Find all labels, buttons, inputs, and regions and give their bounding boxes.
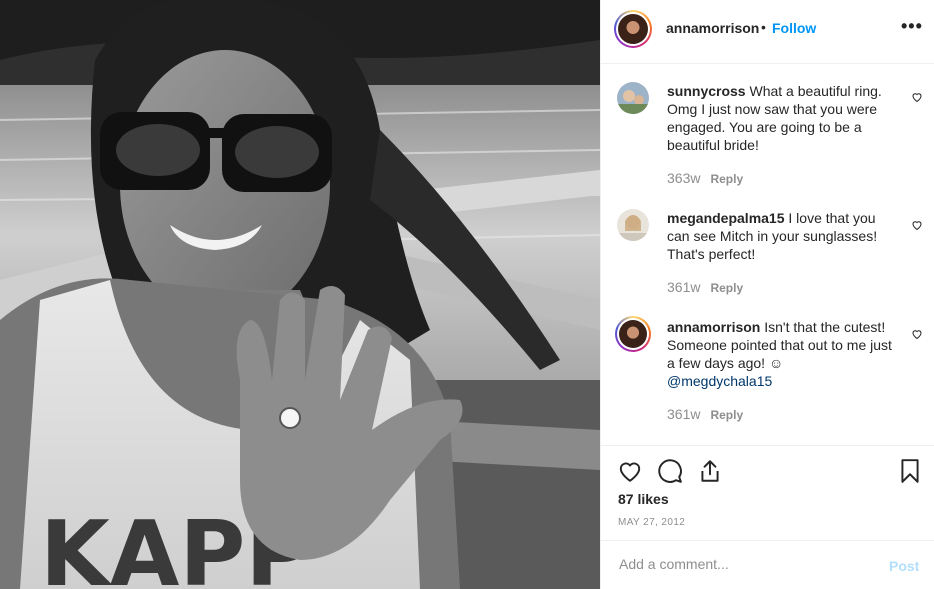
comment-username[interactable]: megandepalma15 xyxy=(667,210,785,226)
post-sidebar: annamorrison • Follow ••• sunnycross Wha… xyxy=(600,0,934,589)
comment-meta: 363w Reply xyxy=(667,170,743,186)
like-heart-icon[interactable] xyxy=(617,458,643,484)
comment-icon[interactable] xyxy=(657,458,683,484)
comment-age: 363w xyxy=(667,170,701,186)
comment-username[interactable]: sunnycross xyxy=(667,83,746,99)
commenter-avatar[interactable] xyxy=(615,316,651,352)
comment-composer: Post xyxy=(601,540,934,589)
likes-count[interactable]: 87 likes xyxy=(618,491,669,507)
post-header: annamorrison • Follow ••• xyxy=(601,0,934,64)
comment-heart-icon[interactable] xyxy=(911,91,923,103)
comment-age: 361w xyxy=(667,279,701,295)
commenter-avatar[interactable] xyxy=(617,82,649,114)
follow-button[interactable]: Follow xyxy=(772,20,816,36)
reply-button[interactable]: Reply xyxy=(710,408,743,422)
share-icon[interactable] xyxy=(697,458,723,484)
reply-button[interactable]: Reply xyxy=(710,172,743,186)
add-comment-input[interactable] xyxy=(617,555,871,573)
comment-mention[interactable]: @megdychala15 xyxy=(667,373,772,389)
comment-text: annamorrison Isn't that the cutest! Some… xyxy=(667,318,899,390)
post-actions: 87 likes MAY 27, 2012 xyxy=(601,445,934,540)
more-options-icon[interactable]: ••• xyxy=(901,17,923,35)
post-photo[interactable]: KAPP xyxy=(0,0,600,589)
comment-meta: 361w Reply xyxy=(667,406,743,422)
post-date: MAY 27, 2012 xyxy=(618,517,686,528)
post-photo-illustration: KAPP xyxy=(0,0,600,589)
comment-age: 361w xyxy=(667,406,701,422)
comment-text: sunnycross What a beautiful ring. Omg I … xyxy=(667,82,899,154)
reply-button[interactable]: Reply xyxy=(710,281,743,295)
commenter-avatar[interactable] xyxy=(617,209,649,241)
comment-heart-icon[interactable] xyxy=(911,219,923,231)
comment-username[interactable]: annamorrison xyxy=(667,319,760,335)
comment-meta: 361w Reply xyxy=(667,279,743,295)
author-username[interactable]: annamorrison xyxy=(666,20,759,36)
author-avatar[interactable] xyxy=(614,10,652,48)
separator-dot: • xyxy=(761,19,766,35)
bookmark-icon[interactable] xyxy=(897,458,923,484)
post-comment-button[interactable]: Post xyxy=(889,558,919,574)
comment-text: megandepalma15 I love that you can see M… xyxy=(667,209,899,263)
comment-heart-icon[interactable] xyxy=(911,328,923,340)
